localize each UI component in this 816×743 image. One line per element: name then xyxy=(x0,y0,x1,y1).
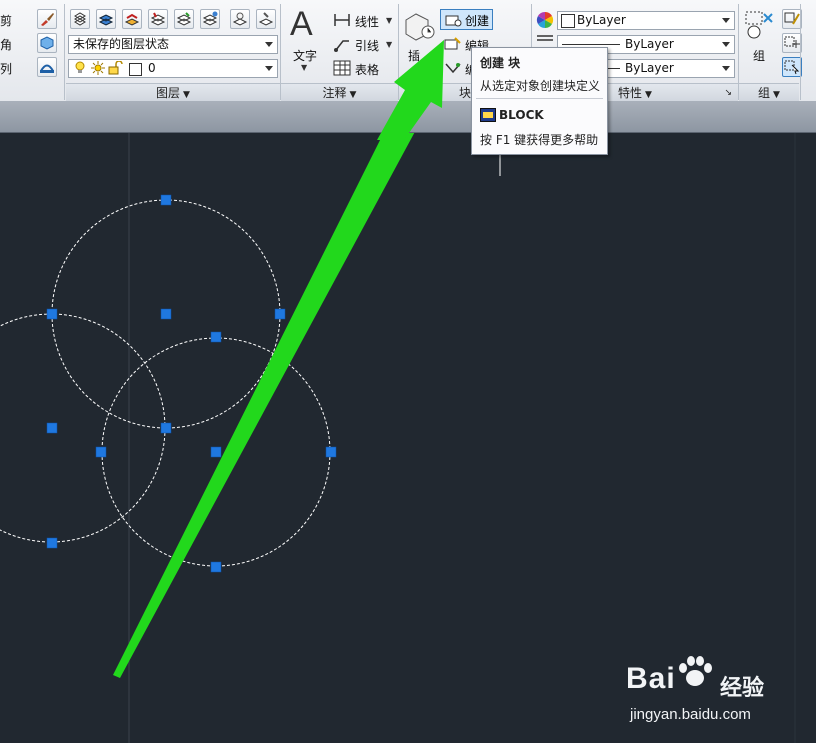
modify-label-2[interactable]: 角 xyxy=(0,36,12,53)
grip xyxy=(46,422,58,434)
ungroup-icon[interactable] xyxy=(782,9,802,29)
chevron-down-icon: ▼ xyxy=(386,16,393,25)
grip xyxy=(210,561,222,573)
current-layer-dropdown[interactable]: 0 xyxy=(68,59,278,78)
chevron-down-icon xyxy=(265,42,273,47)
leader-icon xyxy=(334,40,349,52)
divider xyxy=(476,98,603,99)
text-button-label[interactable]: 文字 xyxy=(293,47,317,64)
group-label[interactable]: 组 xyxy=(753,47,765,64)
groups-panel-title[interactable]: 组 ▼ xyxy=(739,83,799,102)
lightbulb-icon xyxy=(75,61,85,73)
color-swatch xyxy=(561,14,575,28)
grip xyxy=(160,194,172,206)
create-block-label: 创建 xyxy=(465,14,490,28)
grip xyxy=(46,537,58,549)
layer-state-value: 未保存的图层状态 xyxy=(73,37,170,51)
table-icon xyxy=(333,60,351,76)
create-block-icon xyxy=(445,15,462,27)
lineweight-icon xyxy=(537,35,553,41)
lineweight-line xyxy=(562,44,620,45)
layers-panel-title[interactable]: 图层 ▼ xyxy=(66,83,280,102)
layer-freeze-icon[interactable] xyxy=(200,9,220,29)
linetype-value: ByLayer xyxy=(625,61,674,75)
lock-icon xyxy=(108,61,123,75)
watermark-url: jingyan.baidu.com xyxy=(630,706,751,723)
modify-label-1[interactable]: 剪 xyxy=(0,12,12,29)
grip xyxy=(95,446,107,458)
watermark-logo-suffix: 经验 xyxy=(720,676,765,701)
color-wheel-icon[interactable] xyxy=(536,11,554,29)
layer-color-swatch xyxy=(129,63,142,76)
chevron-down-icon xyxy=(265,66,273,71)
lineweight-value: ByLayer xyxy=(625,37,674,51)
layer-unisolate-icon[interactable] xyxy=(174,9,194,29)
layer-match-icon[interactable] xyxy=(122,9,142,29)
array-icon[interactable] xyxy=(37,57,57,77)
leader-label[interactable]: 引线 xyxy=(355,37,379,54)
panel-launcher-icon[interactable]: ↘ xyxy=(724,84,732,102)
brush-icon[interactable] xyxy=(37,9,57,29)
grip xyxy=(210,446,222,458)
color-value: ByLayer xyxy=(577,13,626,27)
edit-attribute-icon[interactable] xyxy=(444,61,462,75)
layer-lock-icon[interactable] xyxy=(256,9,276,29)
insert-block-icon[interactable] xyxy=(404,10,438,42)
chevron-down-icon xyxy=(722,42,730,47)
color-dropdown[interactable]: ByLayer xyxy=(557,11,735,30)
grip xyxy=(325,446,337,458)
layer-state-icon[interactable] xyxy=(96,9,116,29)
3d-box-icon[interactable] xyxy=(37,33,57,53)
chevron-down-icon: ▼ xyxy=(301,63,308,72)
modify-label-3[interactable]: 列 xyxy=(0,60,12,77)
layer-properties-icon[interactable] xyxy=(70,9,90,29)
tooltip-command: BLOCK xyxy=(499,108,544,122)
file-tab-bar xyxy=(0,101,816,133)
layer-iso-icon[interactable] xyxy=(148,9,168,29)
group-edit-icon[interactable] xyxy=(782,33,802,53)
group-icon[interactable] xyxy=(744,10,774,40)
grip xyxy=(46,308,58,320)
tooltip-title: 创建 块 xyxy=(480,56,521,70)
grip xyxy=(160,308,172,320)
edit-block-icon[interactable] xyxy=(444,37,462,51)
insert-block-label[interactable]: 插 xyxy=(408,47,420,64)
grip xyxy=(160,422,172,434)
current-layer-value: 0 xyxy=(148,61,156,75)
text-A-icon[interactable]: A xyxy=(290,4,313,44)
chevron-down-icon xyxy=(722,66,730,71)
linear-dim-icon xyxy=(334,14,350,26)
layer-off-icon[interactable] xyxy=(230,9,250,29)
group-select-icon[interactable] xyxy=(782,57,802,77)
tooltip-help: 按 F1 键获得更多帮助 xyxy=(480,133,599,147)
watermark-logo: Bai xyxy=(626,662,676,695)
separator xyxy=(64,4,65,100)
paw-icon xyxy=(679,656,712,686)
tooltip-description: 从选定对象创建块定义 xyxy=(480,79,601,93)
chevron-down-icon xyxy=(722,18,730,23)
grip xyxy=(274,308,286,320)
separator xyxy=(800,4,801,100)
layer-state-dropdown[interactable]: 未保存的图层状态 xyxy=(68,35,278,54)
tooltip: 创建 块 从选定对象创建块定义 BLOCK 按 F1 键获得更多帮助 xyxy=(471,47,608,155)
command-icon xyxy=(480,108,496,122)
annotation-panel-title[interactable]: 注释 ▼ xyxy=(281,83,398,102)
linear-dim-label[interactable]: 线性 xyxy=(355,13,379,30)
sun-icon xyxy=(91,61,105,75)
grip xyxy=(210,331,222,343)
ribbon: 剪 角 列 未保存的图层状态 0 图层 ▼ A 文字 ▼ 线性 ▼ 引线 ▼ 表… xyxy=(0,0,816,102)
baidu-watermark: Bai 经验 jingyan.baidu.com xyxy=(620,652,810,732)
chevron-down-icon: ▼ xyxy=(386,40,393,49)
table-label[interactable]: 表格 xyxy=(355,61,379,78)
create-block-button[interactable]: 创建 xyxy=(440,9,493,30)
